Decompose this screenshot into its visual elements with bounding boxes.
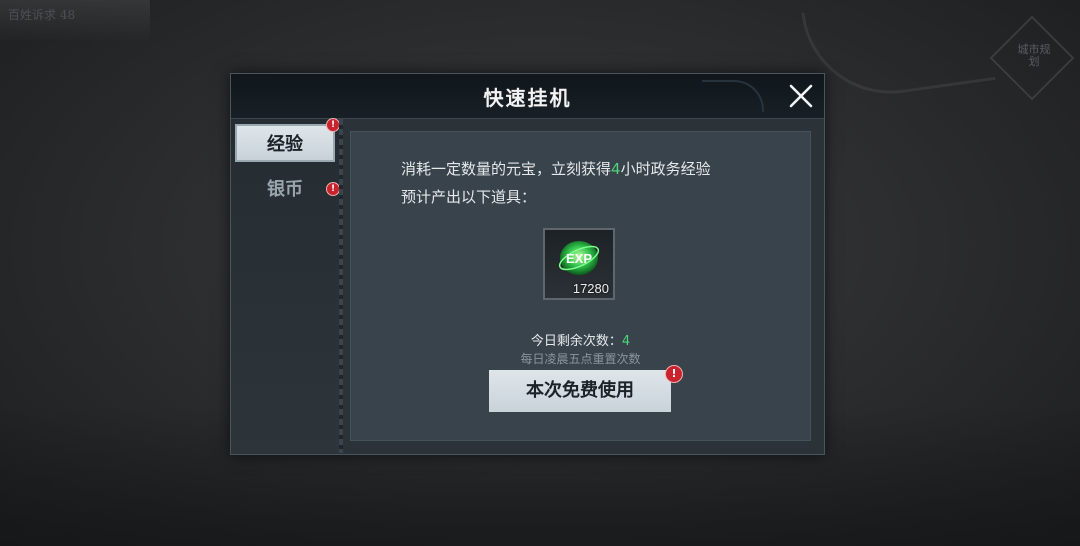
dialog-title: 快速挂机 bbox=[483, 86, 572, 110]
alert-badge-icon: ! bbox=[326, 118, 340, 132]
background-branch-decoration bbox=[801, 0, 996, 106]
description-line-1: 消耗一定数量的元宝，立刻获得4小时政务经验 bbox=[401, 158, 711, 179]
tab-experience[interactable]: 经验 bbox=[235, 124, 335, 162]
exp-icon-label: EXP bbox=[566, 251, 592, 266]
remaining-value: 4 bbox=[621, 334, 631, 349]
exp-orb-icon: EXP bbox=[558, 241, 600, 275]
exp-item-slot[interactable]: EXP 17280 bbox=[543, 228, 615, 300]
alert-badge-icon: ! bbox=[326, 182, 340, 196]
close-icon bbox=[789, 84, 813, 108]
description-line-2: 预计产出以下道具： bbox=[401, 188, 537, 206]
hours-value: 4 bbox=[611, 160, 621, 178]
item-count: 17280 bbox=[572, 281, 609, 296]
remaining-label: 今日剩余次数： bbox=[530, 334, 622, 349]
alert-badge-icon: ! bbox=[665, 365, 683, 383]
tab-column: 经验 银币 bbox=[231, 119, 339, 453]
quick-idle-dialog: 快速挂机 经验 银币 ! ! 消耗一定数量的元宝，立刻获得4小时政务经验 预计产… bbox=[230, 73, 825, 455]
reset-note: 每日凌晨五点重置次数 bbox=[520, 352, 641, 366]
description-prefix: 消耗一定数量的元宝，立刻获得 bbox=[401, 160, 612, 178]
tab-divider bbox=[339, 119, 343, 453]
background-seal-text: 城市规划 bbox=[1017, 43, 1051, 68]
content-panel: 消耗一定数量的元宝，立刻获得4小时政务经验 预计产出以下道具： EXP 1728… bbox=[350, 131, 811, 441]
dialog-titlebar: 快速挂机 bbox=[231, 74, 824, 119]
description-suffix: 小时政务经验 bbox=[620, 160, 711, 178]
free-use-button[interactable]: 本次免费使用 bbox=[489, 370, 671, 412]
close-button[interactable] bbox=[786, 81, 816, 111]
tab-silver-coin[interactable]: 银币 bbox=[235, 171, 335, 209]
background-top-left-label: 百姓诉求 48 bbox=[8, 8, 76, 22]
remaining-uses: 今日剩余次数：4 bbox=[351, 330, 810, 349]
